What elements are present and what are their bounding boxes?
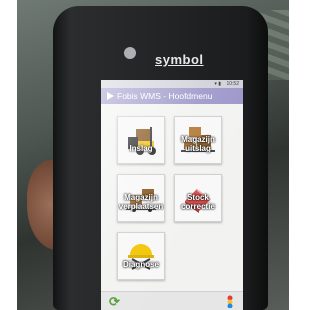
tile-diagnose[interactable]: Diagnose [117, 232, 165, 280]
tile-label: Inslag [129, 144, 153, 153]
status-bar: ▾ ▮ 10:52 [101, 80, 243, 88]
app-title: Fobis WMS - Hoofdmenu [117, 91, 213, 101]
app-bar: Fobis WMS - Hoofdmenu [101, 88, 243, 104]
tile-magazijn-uitslag[interactable]: Magazijn uitslag [174, 116, 222, 164]
app-icon [107, 92, 114, 100]
refresh-icon[interactable]: ⟳ [109, 295, 122, 308]
bottom-bar: ⟳ [101, 291, 243, 310]
tile-label: Magazijn verplaatsen [118, 193, 164, 211]
status-time: 10:52 [226, 81, 239, 87]
tile-inslag[interactable]: Inslag [117, 116, 165, 164]
forklift-icon [128, 127, 156, 155]
device-screen: ▾ ▮ 10:52 Fobis WMS - Hoofdmenu Inslag M… [101, 80, 243, 310]
tile-stock-correctie[interactable]: Stock correctie [174, 174, 222, 222]
device-brand: symbol [155, 52, 204, 67]
camera-icon [124, 47, 136, 59]
hardhat-tools-icon [128, 244, 154, 270]
tile-magazijn-verplaatsen[interactable]: Magazijn verplaatsen [117, 174, 165, 222]
signal-battery-icon: ▾ ▮ [214, 81, 221, 87]
color-icon[interactable] [225, 295, 235, 308]
tile-label: Diagnose [122, 260, 159, 269]
tile-label: Magazijn uitslag [181, 135, 215, 153]
tile-label: Stock correctie [181, 193, 215, 211]
